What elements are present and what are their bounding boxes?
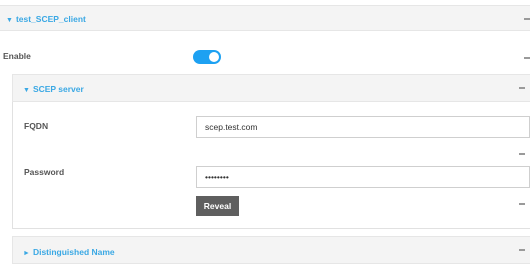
triangle-down-icon: ▼: [6, 17, 13, 24]
distinguished-name-menu-dash-icon[interactable]: [519, 249, 525, 251]
client-section-menu-dash-icon[interactable]: [524, 18, 530, 20]
password-menu-dash-icon[interactable]: [519, 203, 525, 205]
distinguished-name-title[interactable]: ► Distinguished Name: [23, 247, 115, 257]
reveal-button[interactable]: Reveal: [196, 196, 239, 216]
toggle-knob: [209, 52, 219, 62]
client-section-header[interactable]: ▼ test_SCEP_client: [0, 5, 530, 31]
enable-toggle[interactable]: [193, 50, 221, 64]
fqdn-input[interactable]: [196, 116, 530, 138]
scep-server-menu-dash-icon[interactable]: [519, 87, 525, 89]
triangle-right-icon: ►: [23, 250, 30, 257]
password-label: Password: [24, 167, 65, 177]
fqdn-menu-dash-icon[interactable]: [519, 153, 525, 155]
fqdn-label: FQDN: [24, 121, 49, 131]
triangle-down-icon: ▼: [23, 87, 30, 94]
scep-server-title[interactable]: ▼ SCEP server: [23, 84, 84, 94]
scep-server-header[interactable]: ▼ SCEP server: [12, 74, 530, 102]
distinguished-name-header[interactable]: ► Distinguished Name: [12, 236, 530, 264]
client-section-title[interactable]: ▼ test_SCEP_client: [6, 14, 86, 24]
password-input[interactable]: [196, 166, 530, 188]
enable-label: Enable: [3, 51, 31, 61]
enable-menu-dash-icon[interactable]: [524, 57, 530, 59]
